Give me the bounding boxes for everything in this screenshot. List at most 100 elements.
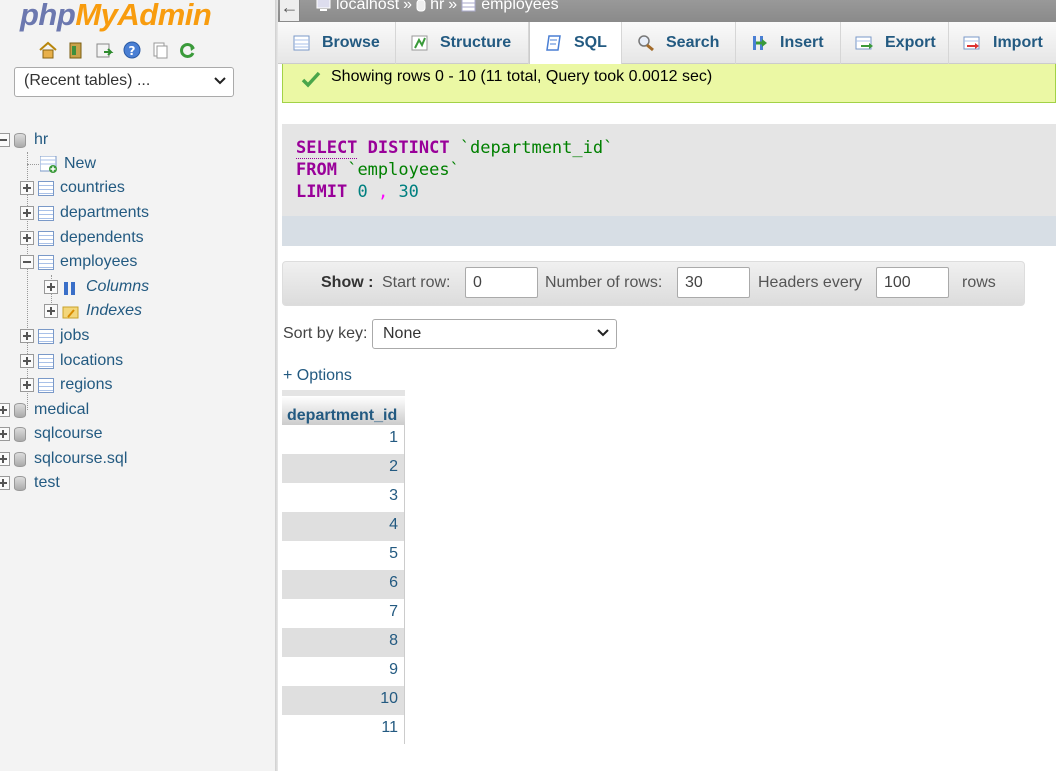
tab-label: Export: [885, 34, 936, 51]
sql-keyword: SELECT: [296, 138, 358, 159]
sql-query-icon[interactable]: [94, 40, 114, 60]
columns-icon: [62, 280, 78, 295]
collapse-panel-button[interactable]: ←: [280, 0, 300, 21]
tree-table-countries[interactable]: countries: [20, 176, 125, 200]
table-cell: 9: [389, 661, 398, 678]
headers-every-input[interactable]: 100: [876, 267, 949, 298]
column-header-department-id[interactable]: department_id: [282, 390, 405, 425]
chevron-down-icon: [596, 325, 610, 344]
tab-label: Structure: [440, 34, 512, 51]
number-of-rows-label: Number of rows:: [545, 274, 663, 291]
recent-tables-value: (Recent tables) ...: [24, 72, 151, 89]
import-icon: [963, 34, 983, 52]
tree-indexes[interactable]: Indexes: [44, 299, 142, 323]
table-row[interactable]: 1: [282, 425, 405, 454]
table-row[interactable]: 5: [282, 541, 405, 570]
home-icon[interactable]: [38, 40, 58, 60]
expand-icon[interactable]: [20, 231, 34, 245]
table-cell: 5: [389, 545, 398, 562]
table-icon: [38, 180, 54, 196]
tab-insert[interactable]: Insert: [736, 22, 841, 64]
table-row[interactable]: 4: [282, 512, 405, 541]
table-row[interactable]: 7: [282, 599, 405, 628]
tab-label: Browse: [322, 34, 380, 51]
expand-icon[interactable]: [0, 427, 10, 441]
reload-icon[interactable]: [178, 40, 198, 60]
tab-label: SQL: [574, 34, 607, 51]
tree-db-label: test: [34, 474, 60, 491]
tree-indexes-label: Indexes: [86, 302, 143, 319]
headers-every-label: Headers every: [758, 274, 863, 291]
expand-icon[interactable]: [20, 378, 34, 392]
expand-icon[interactable]: [20, 329, 34, 343]
breadcrumb-table[interactable]: employees: [481, 0, 558, 14]
expand-icon[interactable]: [20, 181, 34, 195]
tab-sql[interactable]: SQL: [529, 22, 622, 64]
table-cell: 2: [389, 458, 398, 475]
indexes-icon: [62, 304, 80, 319]
tab-import[interactable]: Import: [949, 22, 1056, 64]
tree-db-sqlcourse[interactable]: sqlcourse: [0, 422, 102, 446]
tree-table-employees[interactable]: employees: [20, 250, 137, 274]
tab-export[interactable]: Export: [841, 22, 949, 64]
table-row[interactable]: 11: [282, 715, 405, 744]
rows-label: rows: [962, 274, 996, 291]
insert-icon: [750, 34, 770, 52]
tree-db-medical[interactable]: medical: [0, 398, 89, 422]
logo-myadmin: MyAdmin: [75, 0, 212, 32]
tree-table-dependents[interactable]: dependents: [20, 226, 144, 250]
sort-by-key-select[interactable]: None: [372, 319, 617, 349]
table-row[interactable]: 10: [282, 686, 405, 715]
table-row[interactable]: 6: [282, 570, 405, 599]
expand-icon[interactable]: [0, 452, 10, 466]
tree-db-sqlcourse-sql[interactable]: sqlcourse.sql: [0, 447, 127, 471]
table-cell: 7: [389, 603, 398, 620]
tree-db-hr[interactable]: hr: [0, 128, 48, 152]
expand-icon[interactable]: [44, 304, 58, 318]
start-row-input[interactable]: 0: [465, 267, 538, 298]
copy-icon[interactable]: [150, 40, 170, 60]
number-of-rows-value: 30: [685, 274, 703, 291]
table-row[interactable]: 8: [282, 628, 405, 657]
expand-icon[interactable]: [44, 280, 58, 294]
table-row[interactable]: 9: [282, 657, 405, 686]
options-link[interactable]: + Options: [283, 367, 352, 385]
sql-keyword: DISTINCT: [367, 138, 450, 158]
tab-structure[interactable]: Structure: [396, 22, 529, 64]
tab-browse[interactable]: Browse: [278, 22, 396, 64]
number-of-rows-input[interactable]: 30: [677, 267, 750, 298]
table-row[interactable]: 2: [282, 454, 405, 483]
tab-label: Insert: [780, 34, 824, 51]
search-icon: [636, 34, 656, 52]
tree-table-regions[interactable]: regions: [20, 373, 112, 397]
table-cell: 8: [389, 632, 398, 649]
expand-icon[interactable]: [0, 476, 10, 490]
tree-db-test[interactable]: test: [0, 471, 60, 495]
panel-resizer[interactable]: [275, 0, 278, 771]
tree-table-locations[interactable]: locations: [20, 349, 123, 373]
exit-icon[interactable]: [66, 40, 86, 60]
tree-db-label: sqlcourse.sql: [34, 450, 128, 467]
tree-db-label: sqlcourse: [34, 425, 103, 442]
breadcrumb-server[interactable]: localhost: [336, 0, 399, 14]
breadcrumb-database[interactable]: hr: [430, 0, 444, 14]
tree-new-table[interactable]: New: [22, 152, 96, 176]
collapse-icon[interactable]: [20, 255, 34, 269]
tree-table-jobs[interactable]: jobs: [20, 324, 89, 348]
expand-icon[interactable]: [20, 354, 34, 368]
navigation-panel: phpMyAdmin ? (Recent tables) ... hr New: [0, 0, 275, 771]
table-row[interactable]: 3: [282, 483, 405, 512]
tab-search[interactable]: Search: [622, 22, 736, 64]
expand-icon[interactable]: [20, 206, 34, 220]
sql-query-text[interactable]: SELECT DISTINCT `department_id` FROM `em…: [296, 137, 613, 203]
tree-columns[interactable]: Columns: [44, 275, 149, 299]
tree-table-label: jobs: [60, 327, 90, 344]
tree-table-label: dependents: [60, 229, 144, 246]
breadcrumb-separator: »: [403, 0, 413, 13]
recent-tables-select[interactable]: (Recent tables) ...: [14, 67, 234, 97]
expand-icon[interactable]: [0, 403, 10, 417]
collapse-icon[interactable]: [0, 133, 10, 147]
phpmyadmin-logo[interactable]: phpMyAdmin: [20, 0, 212, 33]
tree-table-departments[interactable]: departments: [20, 201, 149, 225]
docs-icon[interactable]: ?: [122, 40, 142, 60]
